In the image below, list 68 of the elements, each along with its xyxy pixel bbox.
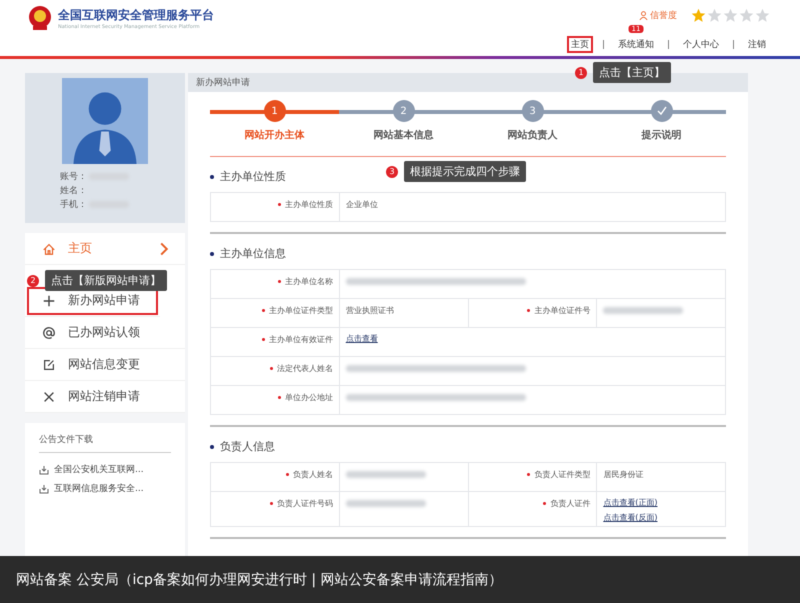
field-label: 主办单位性质 xyxy=(284,200,333,209)
downloads-title: 公告文件下载 xyxy=(39,433,171,453)
star-icon xyxy=(691,8,706,23)
download-link[interactable]: 全国公安机关互联网... xyxy=(54,463,144,476)
section-title: 负责人信息 xyxy=(220,439,275,454)
caption-bar: 网站备案 公安局（icp备案如何办理网安进行时 | 网站公安备案申请流程指南） xyxy=(0,556,800,603)
step-label: 网站基本信息 xyxy=(374,128,434,142)
person-icon xyxy=(639,11,648,20)
field-label: 主办单位证件类型 xyxy=(268,306,333,315)
nav-link[interactable]: 注销 xyxy=(744,36,770,53)
view-link[interactable]: 点击查看(正面) xyxy=(603,494,719,509)
home-icon xyxy=(42,242,56,256)
step-marker: 3 xyxy=(522,100,544,122)
required-mark xyxy=(278,203,281,206)
star-icon xyxy=(755,8,770,23)
required-mark xyxy=(262,309,265,312)
credit-label: 信誉度 xyxy=(650,10,677,22)
tooltip: 根据提示完成四个步骤 xyxy=(404,161,526,182)
field-value: 企业单位 xyxy=(346,200,378,209)
step-number: 1 xyxy=(575,66,587,78)
star-icon xyxy=(723,8,738,23)
download-icon xyxy=(39,464,49,474)
section-title: 主办单位性质 xyxy=(220,169,286,184)
step-label: 提示说明 xyxy=(642,128,682,142)
profile-label: 手机： xyxy=(60,198,87,211)
section-title: 主办单位信息 xyxy=(220,246,286,261)
nav-link[interactable]: 主页 xyxy=(567,36,593,53)
required-mark xyxy=(286,473,289,476)
field-label: 法定代表人姓名 xyxy=(276,364,333,373)
required-mark xyxy=(270,367,273,370)
step-marker: 1 xyxy=(264,100,286,122)
at-sign-icon xyxy=(42,326,56,340)
step-label: 网站负责人 xyxy=(508,128,558,142)
field-value: 营业执照证书 xyxy=(346,306,394,315)
field-label: 主办单位名称 xyxy=(284,277,333,286)
step-marker: 2 xyxy=(392,100,414,122)
star-icon xyxy=(707,8,722,23)
field-value: 居民身份证 xyxy=(603,470,644,479)
download-link[interactable]: 互联网信息服务安全... xyxy=(54,482,144,495)
tooltip: 点击【新版网站申请】 xyxy=(45,270,167,291)
required-mark xyxy=(270,502,273,506)
required-mark xyxy=(527,309,530,312)
avatar-icon xyxy=(60,78,150,164)
field-label: 单位办公地址 xyxy=(284,393,333,402)
field-label: 主办单位有效证件 xyxy=(268,335,333,344)
view-link[interactable]: 点击查看(反面) xyxy=(603,509,719,524)
profile-label: 姓名： xyxy=(60,184,87,197)
site-title: 全国互联网安全管理服务平台 xyxy=(58,6,214,24)
close-icon xyxy=(42,390,56,404)
required-mark xyxy=(262,338,265,342)
required-mark xyxy=(278,280,281,284)
profile-label: 账号： xyxy=(60,170,87,183)
download-icon xyxy=(39,484,49,494)
star-icon xyxy=(739,8,754,23)
required-mark xyxy=(278,396,281,400)
emblem-icon xyxy=(28,5,52,31)
check-icon xyxy=(656,105,668,117)
required-mark xyxy=(527,473,530,476)
field-label: 负责人证件类型 xyxy=(534,470,590,479)
field-label: 主办单位证件号 xyxy=(534,306,590,315)
edit-icon xyxy=(42,358,56,372)
field-label: 负责人姓名 xyxy=(292,470,333,479)
step-label: 网站开办主体 xyxy=(244,128,304,142)
plus-icon xyxy=(42,294,56,308)
field-label: 负责人证件 xyxy=(550,499,590,508)
nav-link[interactable]: 个人中心 xyxy=(679,36,723,53)
field-label: 负责人证件号码 xyxy=(276,499,333,508)
required-mark xyxy=(543,502,546,506)
